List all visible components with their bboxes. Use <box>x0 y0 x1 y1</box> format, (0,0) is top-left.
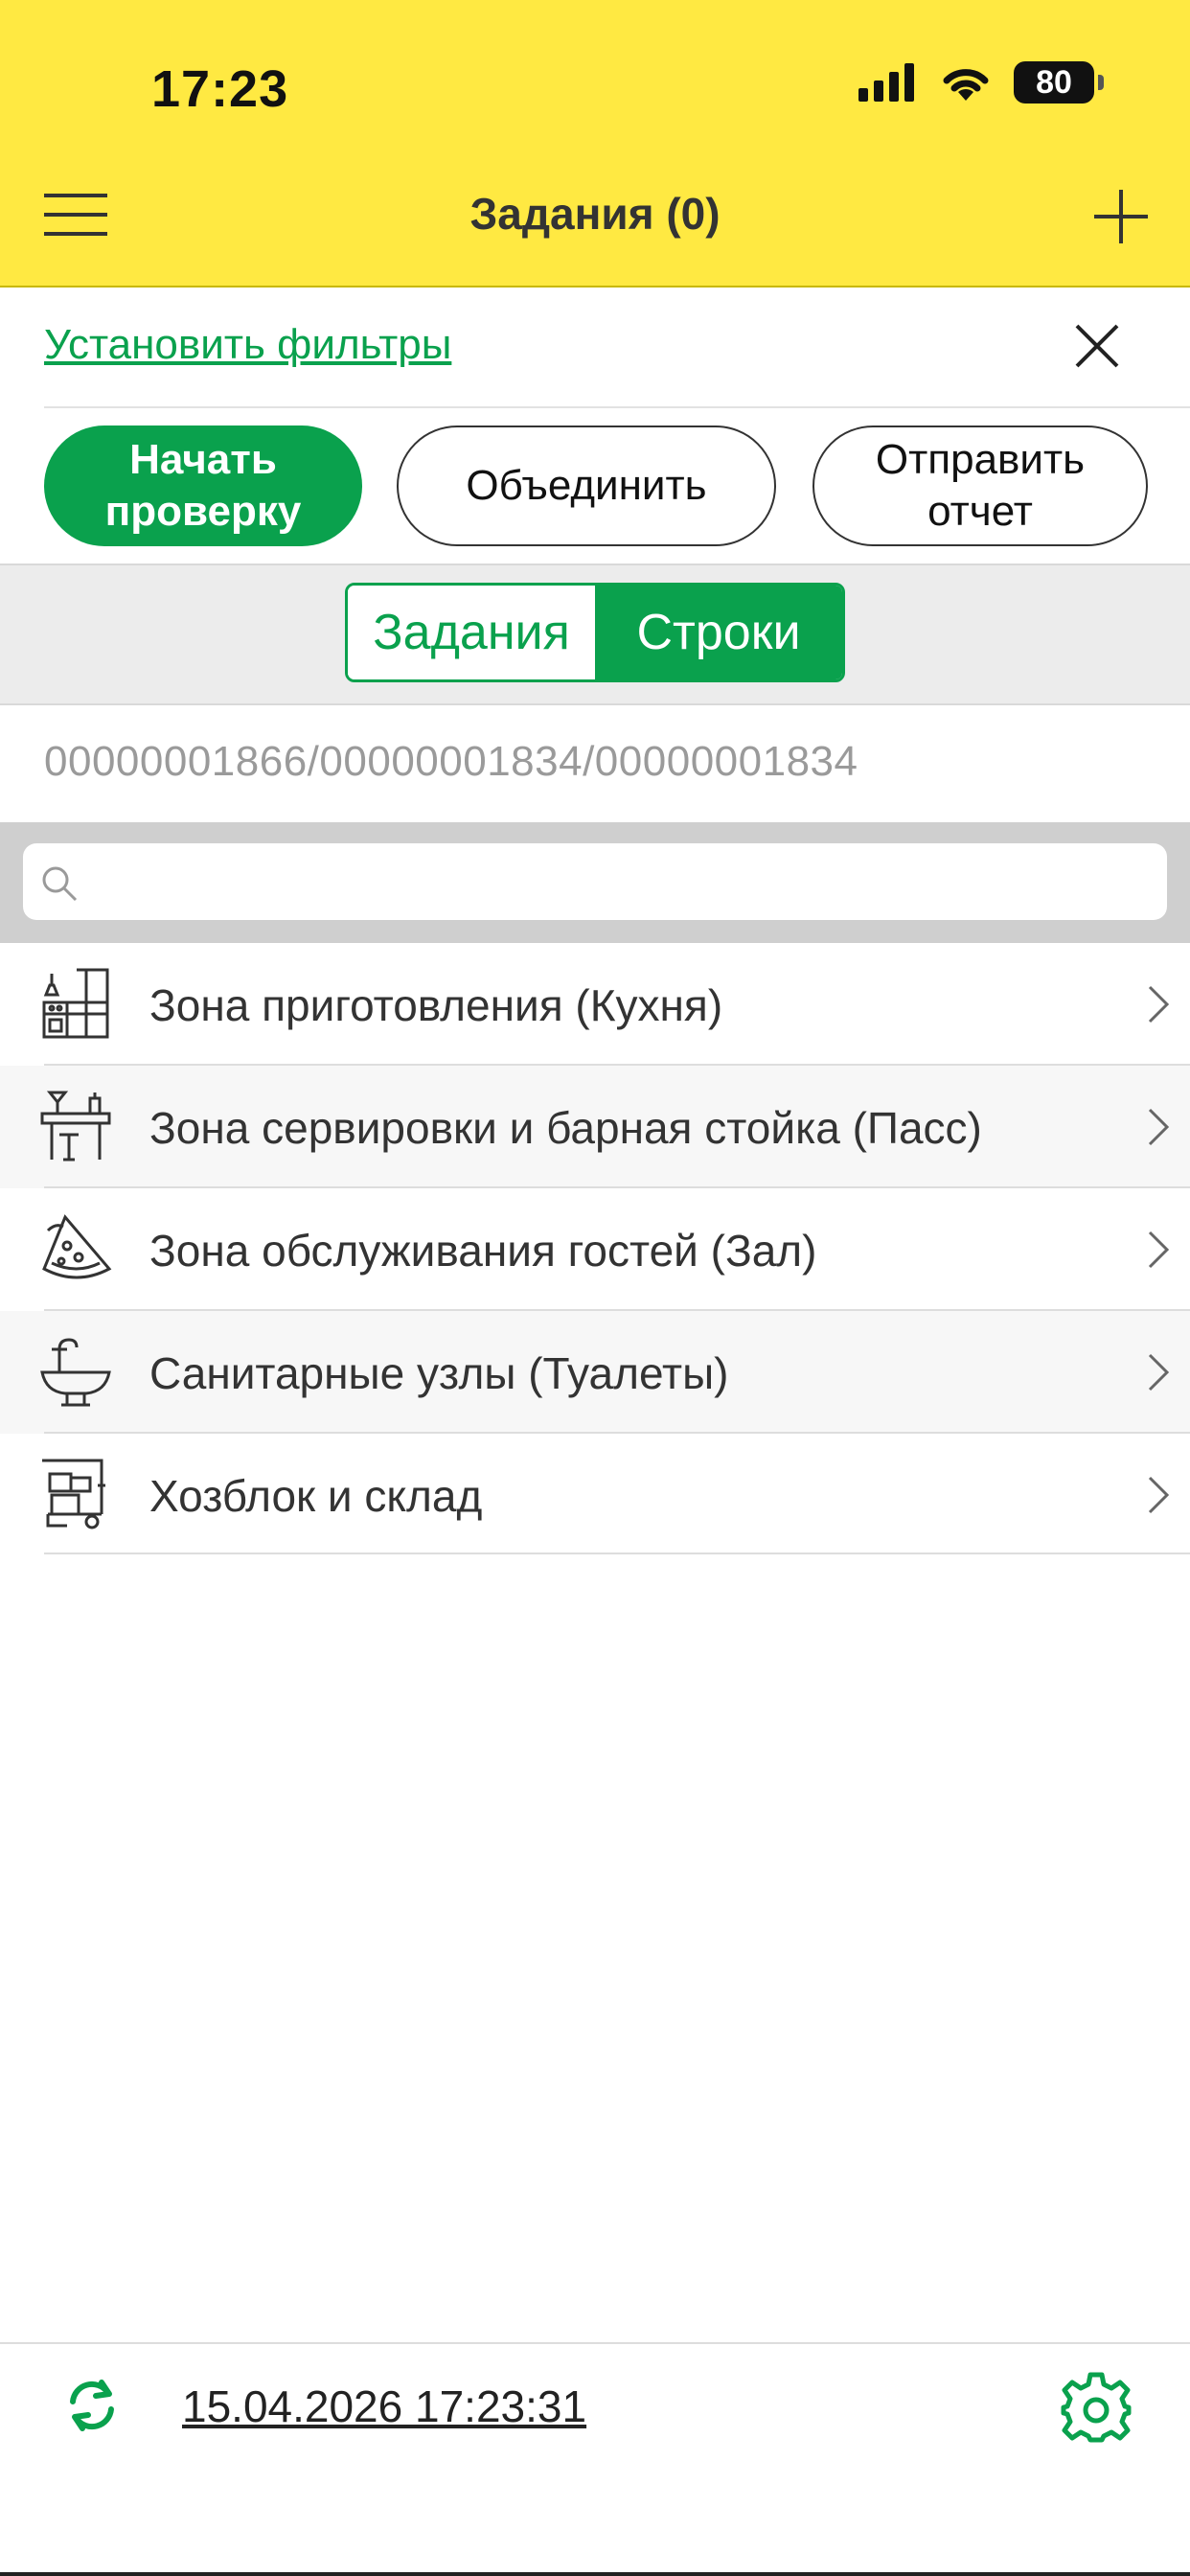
chevron-right-icon <box>1148 1108 1170 1146</box>
add-icon[interactable] <box>1092 188 1150 245</box>
segment-tasks[interactable]: Задания <box>348 586 595 679</box>
segment-rows[interactable]: Строки <box>595 586 842 679</box>
zone-label: Санитарные узлы (Туалеты) <box>149 1348 729 1398</box>
zone-label: Зона приготовления (Кухня) <box>149 980 723 1030</box>
signal-icon <box>858 63 914 102</box>
footer-divider <box>0 2342 1190 2344</box>
app-header <box>0 0 1190 288</box>
search-icon <box>42 866 78 902</box>
battery-indicator: 80 <box>1014 61 1104 104</box>
list-item[interactable]: Зона приготовления (Кухня) <box>0 943 1190 1066</box>
divider <box>44 406 1190 408</box>
list-item[interactable]: Хозблок и склад <box>0 1434 1190 1556</box>
search-input[interactable] <box>23 843 1167 920</box>
chevron-right-icon <box>1148 985 1170 1024</box>
wifi-icon <box>943 69 989 101</box>
chevron-right-icon <box>1148 1230 1170 1269</box>
bottom-border <box>0 2572 1190 2576</box>
chevron-right-icon <box>1148 1353 1170 1392</box>
sync-icon[interactable] <box>63 2377 121 2434</box>
close-icon[interactable] <box>1071 320 1123 372</box>
list-item[interactable]: Зона обслуживания гостей (Зал) <box>0 1188 1190 1311</box>
divider <box>44 1552 1190 1554</box>
zone-label: Зона обслуживания гостей (Зал) <box>149 1226 817 1276</box>
list-item[interactable]: Санитарные узлы (Туалеты) <box>0 1311 1190 1434</box>
page-title: Задания (0) <box>469 189 721 239</box>
kitchen-icon <box>42 968 109 1039</box>
sink-icon <box>40 1338 111 1407</box>
gear-icon[interactable] <box>1060 2371 1133 2444</box>
set-filters-link[interactable]: Установить фильтры <box>44 321 451 369</box>
document-codes: 00000001866/00000001834/00000001834 <box>44 738 858 785</box>
warehouse-cart-icon <box>42 1459 105 1530</box>
start-check-button[interactable]: Начать проверку <box>44 426 362 546</box>
pizza-icon <box>42 1214 112 1279</box>
send-report-button[interactable]: Отправить отчет <box>812 426 1148 546</box>
bar-counter-icon <box>40 1091 111 1162</box>
zone-label: Хозблок и склад <box>149 1471 483 1521</box>
status-time: 17:23 <box>151 60 289 118</box>
status-icons: 80 <box>858 61 1104 104</box>
chevron-right-icon <box>1148 1476 1170 1514</box>
list-item[interactable]: Зона сервировки и барная стойка (Пасс) <box>0 1066 1190 1188</box>
zone-label: Зона сервировки и барная стойка (Пасс) <box>149 1103 982 1153</box>
merge-button[interactable]: Объединить <box>397 426 776 546</box>
view-segmented-control: Задания Строки <box>345 583 845 682</box>
last-sync-datetime[interactable]: 15.04.2026 17:23:31 <box>182 2380 586 2432</box>
